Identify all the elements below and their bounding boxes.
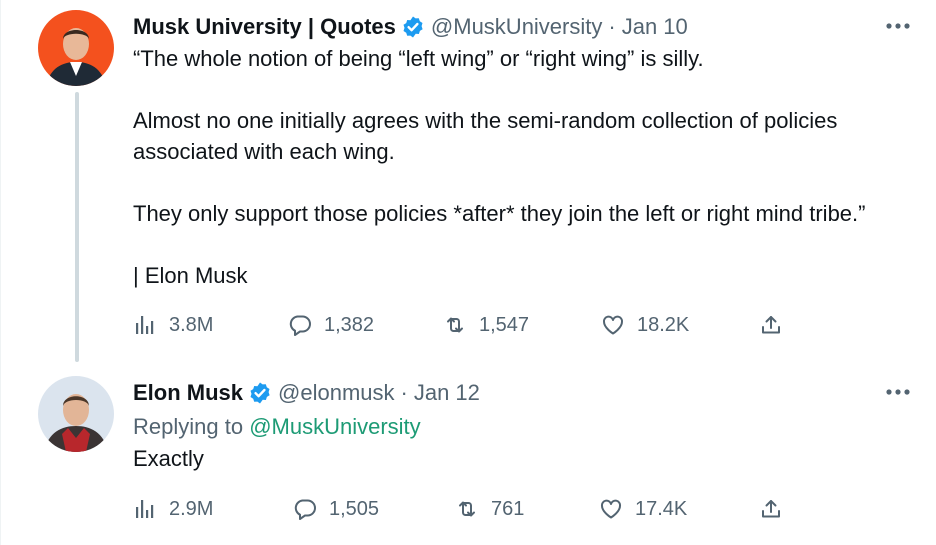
more-options-icon[interactable] [883,14,913,38]
user-handle[interactable]: @elonmusk [278,380,395,406]
share-icon [759,497,783,521]
tweet-reply[interactable]: Elon Musk @elonmusk · Jan 12 Replying to… [1,362,936,545]
avatar-image [38,10,114,86]
more-options-icon[interactable] [883,380,913,404]
separator-dot: · [608,14,616,39]
retweet-count: 761 [491,497,525,520]
reply-button[interactable]: 1,505 [293,494,379,524]
tweet-content: Elon Musk @elonmusk · Jan 12 Replying to… [133,378,917,474]
views-button[interactable]: 3.8M [133,310,213,340]
views-count: 3.8M [169,313,214,336]
verified-badge-icon [248,381,272,405]
avatar-image [38,376,114,452]
tweet-text: Exactly [133,446,204,471]
reply-count: 1,382 [324,313,375,336]
like-count: 18.2K [637,313,690,336]
retweet-icon [443,313,467,337]
tweet-content: Musk University | Quotes @MuskUniversity… [133,12,917,291]
display-name[interactable]: Elon Musk [133,380,243,406]
avatar[interactable] [38,376,114,452]
views-button[interactable]: 2.9M [133,494,213,524]
user-handle[interactable]: @MuskUniversity [431,14,602,40]
reply-count: 1,505 [329,497,380,520]
display-name[interactable]: Musk University | Quotes [133,14,396,40]
views-count: 2.9M [169,497,214,520]
retweet-button[interactable]: 1,547 [443,310,529,340]
timeline: Musk University | Quotes @MuskUniversity… [0,0,936,545]
share-icon [759,313,783,337]
tweet-header: Musk University | Quotes @MuskUniversity… [133,12,917,42]
views-chart-icon [133,497,157,521]
tweet-date[interactable]: Jan 12 [414,380,480,406]
retweet-icon [455,497,479,521]
tweet-date[interactable]: Jan 10 [622,14,688,40]
retweet-count: 1,547 [479,313,530,336]
views-chart-icon [133,313,157,337]
tweet-text: “The whole notion of being “left wing” o… [133,46,866,288]
avatar[interactable] [38,10,114,86]
thread-connector-line [75,92,79,362]
heart-icon [599,497,623,521]
like-button[interactable]: 18.2K [601,310,689,340]
share-button[interactable] [759,310,783,340]
like-count: 17.4K [635,497,688,520]
reply-bubble-icon [293,497,317,521]
reply-button[interactable]: 1,382 [288,310,374,340]
verified-badge-icon [401,15,425,39]
reply-bubble-icon [288,313,312,337]
separator-dot: · [400,380,408,405]
replying-to-mention[interactable]: @MuskUniversity [249,414,420,439]
share-button[interactable] [759,494,783,524]
replying-to-line: Replying to @MuskUniversity [133,411,917,442]
heart-icon [601,313,625,337]
replying-to-label: Replying to [133,414,244,439]
tweet-header: Elon Musk @elonmusk · Jan 12 [133,378,917,408]
like-button[interactable]: 17.4K [599,494,687,524]
tweet-quote[interactable]: Musk University | Quotes @MuskUniversity… [1,0,936,362]
retweet-button[interactable]: 761 [455,494,524,524]
